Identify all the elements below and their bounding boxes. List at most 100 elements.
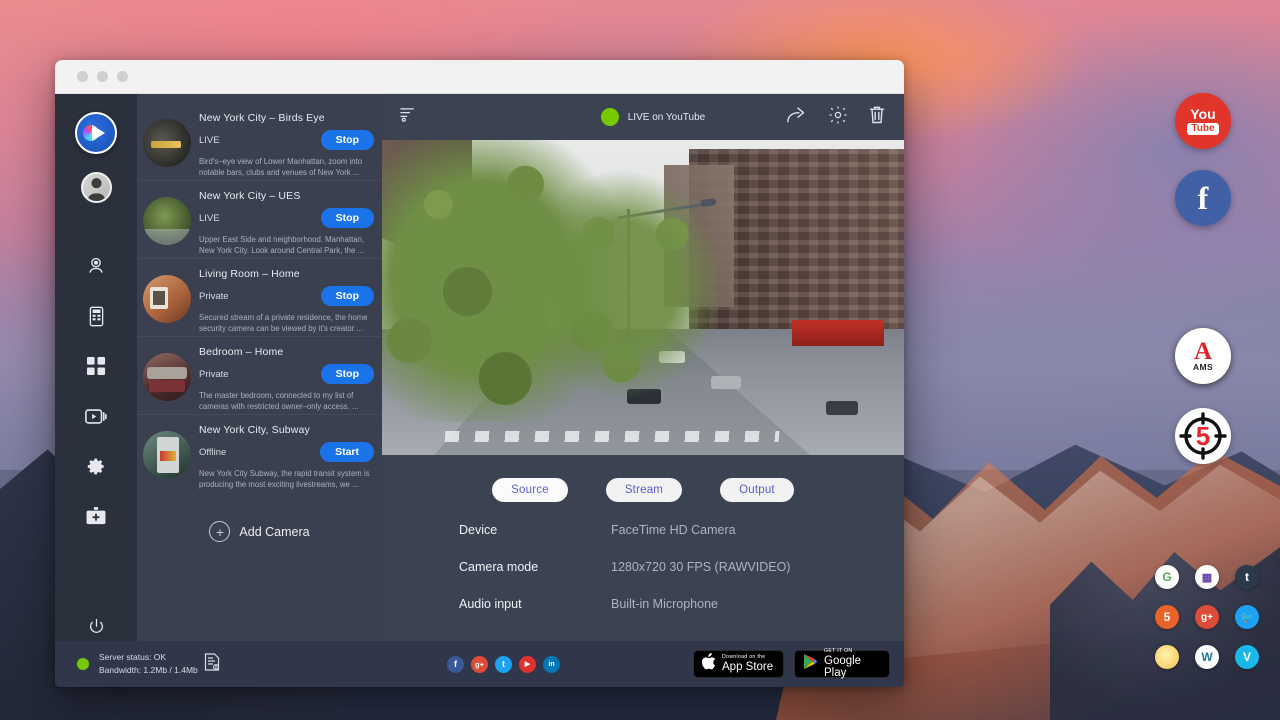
twitch-icon[interactable]: ▦ bbox=[1195, 565, 1219, 589]
dock-icon-adobe-ams-circle[interactable]: A AMS bbox=[1175, 328, 1231, 384]
video-crosswalk bbox=[444, 431, 779, 442]
share-icon[interactable] bbox=[786, 105, 808, 129]
app-store-badge[interactable]: Download on the App Store bbox=[693, 650, 784, 678]
social-links: f g+ t ▶ in bbox=[314, 656, 693, 673]
dock-icon-youtube[interactable]: You Tube bbox=[1175, 93, 1231, 149]
sun-app-icon[interactable] bbox=[1155, 645, 1179, 669]
google-play-badge[interactable]: GET IT ON Google Play bbox=[794, 650, 890, 678]
google-plus-icon[interactable]: g+ bbox=[471, 656, 488, 673]
tab-stream[interactable]: Stream bbox=[606, 478, 682, 502]
google-plus-mini-icon[interactable]: g+ bbox=[1195, 605, 1219, 629]
vimeo-icon[interactable]: V bbox=[1235, 645, 1259, 669]
camera-list[interactable]: New York City – Birds Eye LIVE Stop Bird… bbox=[137, 94, 382, 687]
store-badges: Download on the App Store GET IT ON bbox=[693, 650, 890, 678]
log-document-icon[interactable] bbox=[204, 653, 220, 676]
tab-source[interactable]: Source bbox=[492, 478, 568, 502]
facebook-icon[interactable]: f bbox=[447, 656, 464, 673]
camera-thumbnail bbox=[143, 119, 191, 167]
filter-icon[interactable] bbox=[400, 106, 417, 128]
logo-play-icon bbox=[92, 125, 105, 141]
camera-thumbnail bbox=[143, 275, 191, 323]
detail-label: Audio input bbox=[459, 597, 611, 611]
groups-icon[interactable]: G bbox=[1155, 565, 1179, 589]
youtube-icon[interactable]: ▶ bbox=[519, 656, 536, 673]
main-panel: LIVE on YouTube bbox=[382, 94, 904, 687]
camera-action-button[interactable]: Stop bbox=[321, 364, 374, 384]
channel-five-mini-icon[interactable]: 5 bbox=[1155, 605, 1179, 629]
list-item[interactable]: New York City – Birds Eye LIVE Stop Bird… bbox=[137, 103, 382, 181]
camera-title: New York City – UES bbox=[199, 190, 374, 202]
detail-row: Camera mode 1280x720 30 FPS (RAWVIDEO) bbox=[459, 560, 904, 574]
video-car bbox=[826, 401, 858, 415]
left-sidebar bbox=[55, 94, 137, 687]
mode-tabs: Source Stream Output bbox=[382, 478, 904, 502]
twitter-mini-icon[interactable]: 🐦 bbox=[1235, 605, 1259, 629]
camera-description: New York City Subway, the rapid transit … bbox=[199, 468, 374, 490]
detail-value[interactable]: 1280x720 30 FPS (RAWVIDEO) bbox=[611, 560, 790, 574]
sidebar-item-broadcast[interactable] bbox=[55, 391, 137, 441]
camera-state: Offline bbox=[199, 447, 226, 458]
close-button[interactable] bbox=[77, 71, 88, 82]
maximize-button[interactable] bbox=[117, 71, 128, 82]
camera-action-button[interactable]: Start bbox=[320, 442, 374, 462]
app-logo[interactable] bbox=[75, 112, 117, 154]
list-item[interactable]: Living Room – Home Private Stop Secured … bbox=[137, 259, 382, 337]
minimize-button[interactable] bbox=[97, 71, 108, 82]
google-play-small: GET IT ON bbox=[824, 649, 881, 654]
adobe-a-icon: A bbox=[1194, 341, 1212, 362]
status-indicator-dot bbox=[77, 658, 89, 670]
tumblr-icon[interactable]: t bbox=[1235, 565, 1259, 589]
detail-row: Device FaceTime HD Camera bbox=[459, 523, 904, 537]
add-camera-button[interactable]: + Add Camera bbox=[137, 493, 382, 542]
app-store-big: App Store bbox=[722, 662, 773, 674]
window-titlebar bbox=[55, 60, 904, 94]
list-item[interactable]: Bedroom – Home Private Stop The master b… bbox=[137, 337, 382, 415]
video-player-icon bbox=[85, 408, 107, 425]
camera-action-button[interactable]: Stop bbox=[321, 208, 374, 228]
camera-state: LIVE bbox=[199, 213, 220, 224]
camera-state: LIVE bbox=[199, 135, 220, 146]
camera-state: Private bbox=[199, 291, 229, 302]
app-window: New York City – Birds Eye LIVE Stop Bird… bbox=[55, 60, 904, 687]
server-status-label: Server status: OK bbox=[99, 651, 198, 664]
sidebar-item-camera-viewer[interactable] bbox=[55, 241, 137, 291]
list-item[interactable]: New York City, Subway Offline Start New … bbox=[137, 415, 382, 493]
video-preview[interactable] bbox=[382, 140, 904, 455]
adobe-ams-label: AMS bbox=[1193, 363, 1213, 372]
sidebar-item-dashboard[interactable] bbox=[55, 341, 137, 391]
video-awning bbox=[792, 320, 884, 346]
add-camera-label: Add Camera bbox=[239, 525, 309, 539]
dock-icon-channel-five[interactable]: 5 bbox=[1175, 408, 1231, 464]
live-indicator-dot bbox=[601, 108, 619, 126]
apple-icon bbox=[702, 653, 716, 675]
camera-state: Private bbox=[199, 369, 229, 380]
dock-icon-facebook[interactable]: f bbox=[1175, 170, 1231, 226]
grid-icon bbox=[87, 357, 106, 376]
list-item[interactable]: New York City – UES LIVE Stop Upper East… bbox=[137, 181, 382, 259]
detail-row: Audio input Built-in Microphone bbox=[459, 597, 904, 611]
sidebar-item-add-media[interactable] bbox=[55, 491, 137, 541]
google-play-icon bbox=[803, 653, 818, 675]
camera-description: Secured stream of a private residence, t… bbox=[199, 312, 374, 334]
tab-output[interactable]: Output bbox=[720, 478, 794, 502]
camera-title: New York City, Subway bbox=[199, 424, 374, 436]
camera-action-button[interactable]: Stop bbox=[321, 130, 374, 150]
gear-icon[interactable] bbox=[828, 105, 848, 130]
sidebar-item-mobile-device[interactable] bbox=[55, 291, 137, 341]
detail-value[interactable]: FaceTime HD Camera bbox=[611, 523, 736, 537]
camera-thumbnail bbox=[143, 197, 191, 245]
camera-action-button[interactable]: Stop bbox=[321, 286, 374, 306]
status-bar: Server status: OK Bandwidth: 1.2Mb / 1.4… bbox=[55, 641, 904, 687]
camera-title: Living Room – Home bbox=[199, 268, 374, 280]
detail-value[interactable]: Built-in Microphone bbox=[611, 597, 718, 611]
linkedin-icon[interactable]: in bbox=[543, 656, 560, 673]
twitter-icon[interactable]: t bbox=[495, 656, 512, 673]
channel-five-label: 5 bbox=[1196, 423, 1210, 449]
avatar[interactable] bbox=[81, 172, 112, 203]
trash-icon[interactable] bbox=[868, 105, 886, 130]
mobile-device-icon bbox=[88, 306, 105, 327]
sidebar-item-settings[interactable] bbox=[55, 441, 137, 491]
dock-mini-grid: G ▦ t 5 g+ 🐦 W V bbox=[1155, 565, 1260, 685]
wordpress-icon[interactable]: W bbox=[1195, 645, 1219, 669]
camera-title: New York City – Birds Eye bbox=[199, 112, 374, 124]
